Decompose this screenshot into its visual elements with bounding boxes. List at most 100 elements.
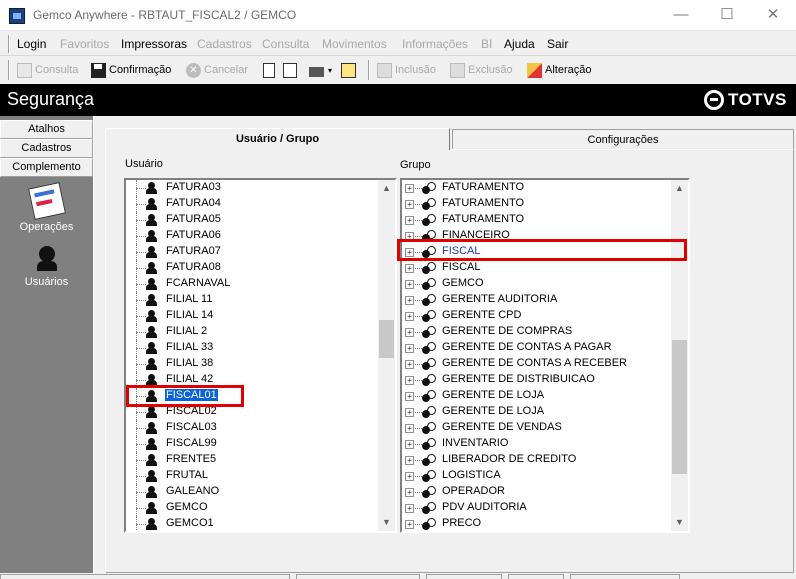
usuario-list-item[interactable]: GALEANO — [126, 484, 378, 500]
usuario-list-item[interactable]: FILIAL 11 — [126, 292, 378, 308]
usuario-scrollbar[interactable]: ▲ ▼ — [378, 180, 395, 531]
menu-consulta[interactable]: Consulta — [262, 37, 309, 51]
grupo-list-item[interactable]: + GERENTE DE LOJA — [402, 388, 671, 404]
expand-icon[interactable]: + — [405, 488, 414, 497]
usuario-list-item[interactable]: FATURA05 — [126, 212, 378, 228]
usuario-list-item[interactable]: GEMCO — [126, 500, 378, 516]
confirmacao-button[interactable]: Confirmação — [91, 60, 171, 80]
expand-icon[interactable]: + — [405, 520, 414, 529]
cancelar-button[interactable]: ✕ Cancelar — [186, 60, 248, 80]
grupo-list-item[interactable]: + GERENTE DE COMPRAS — [402, 324, 671, 340]
expand-icon[interactable]: + — [405, 376, 414, 385]
grupo-list-item[interactable]: + GERENTE DE CONTAS A RECEBER — [402, 356, 671, 372]
expand-icon[interactable]: + — [405, 232, 414, 241]
nav-tab-atalhos[interactable]: Atalhos — [0, 120, 93, 139]
grupo-list-item[interactable]: + FISCAL — [402, 244, 671, 260]
search-button[interactable] — [341, 60, 359, 80]
menu-login[interactable]: Login — [17, 37, 46, 51]
grupo-list-item[interactable]: + FATURAMENTO — [402, 180, 671, 196]
usuario-list-item[interactable]: FRENTE5 — [126, 452, 378, 468]
grupo-list-item[interactable]: + GEMCO — [402, 276, 671, 292]
menu-informacoes[interactable]: Informações — [402, 37, 468, 51]
copy-button[interactable] — [283, 60, 300, 80]
consulta-button[interactable]: Consulta — [17, 60, 78, 80]
usuario-list-item[interactable]: FISCAL02 — [126, 404, 378, 420]
maximize-button[interactable]: ☐ — [704, 0, 750, 31]
usuario-list-item[interactable]: FRUTAL — [126, 468, 378, 484]
grupo-scroll-up-icon[interactable]: ▲ — [671, 180, 688, 197]
launcher-operacoes[interactable]: Operações — [0, 182, 93, 233]
grupo-scrollbar[interactable]: ▲ ▼ — [671, 180, 688, 531]
usuario-list-item[interactable]: FILIAL 14 — [126, 308, 378, 324]
tab-usuario-grupo[interactable]: Usuário / Grupo — [105, 128, 450, 150]
usuario-list-item[interactable]: FILIAL 42 — [126, 372, 378, 388]
usuario-list-item[interactable]: FILIAL 33 — [126, 340, 378, 356]
expand-icon[interactable]: + — [405, 312, 414, 321]
expand-icon[interactable]: + — [405, 184, 414, 193]
menu-impressoras[interactable]: Impressoras — [121, 37, 187, 51]
usuario-list-item[interactable]: FATURA08 — [126, 260, 378, 276]
expand-icon[interactable]: + — [405, 392, 414, 401]
launcher-usuarios[interactable]: Usuários — [0, 246, 93, 288]
grupo-list-item[interactable]: + PDV AUDITORIA — [402, 500, 671, 516]
expand-icon[interactable]: + — [405, 456, 414, 465]
usuario-list-item[interactable]: FATURA04 — [126, 196, 378, 212]
print-dropdown-arrow[interactable]: ▾ — [328, 66, 332, 75]
expand-icon[interactable]: + — [405, 216, 414, 225]
menu-bi[interactable]: BI — [481, 37, 492, 51]
grupo-list-item[interactable]: + FINANCEIRO — [402, 228, 671, 244]
menu-sair[interactable]: Sair — [547, 37, 568, 51]
grupo-list-item[interactable]: + LIBERADOR DE CREDITO — [402, 452, 671, 468]
tab-configuracoes[interactable]: Configurações — [452, 129, 794, 149]
expand-icon[interactable]: + — [405, 472, 414, 481]
usuario-list-item[interactable]: FISCAL01 — [126, 388, 378, 404]
expand-icon[interactable]: + — [405, 264, 414, 273]
close-button[interactable]: ✕ — [750, 0, 796, 31]
expand-icon[interactable]: + — [405, 280, 414, 289]
new-page-button[interactable] — [263, 60, 278, 80]
grupo-list-item[interactable]: + INVENTARIO — [402, 436, 671, 452]
grupo-scroll-down-icon[interactable]: ▼ — [671, 514, 688, 531]
menu-ajuda[interactable]: Ajuda — [504, 37, 535, 51]
nav-tab-cadastros[interactable]: Cadastros — [0, 139, 93, 158]
grupo-list-item[interactable]: + OPERADOR — [402, 484, 671, 500]
usuario-list[interactable]: FATURA03 FATURA04 FATURA05 FATURA06 FATURA07… — [124, 178, 397, 533]
expand-icon[interactable]: + — [405, 424, 414, 433]
grupo-list-item[interactable]: + FATURAMENTO — [402, 196, 671, 212]
expand-icon[interactable]: + — [405, 248, 414, 257]
inclusao-button[interactable]: Inclusão — [377, 60, 436, 80]
grupo-list-item[interactable]: + GERENTE DE CONTAS A PAGAR — [402, 340, 671, 356]
grupo-list-item[interactable]: + GERENTE DE DISTRIBUICAO — [402, 372, 671, 388]
usuario-list-item[interactable]: FISCAL03 — [126, 420, 378, 436]
grupo-list-item[interactable]: + FATURAMENTO — [402, 212, 671, 228]
usuario-list-item[interactable]: GEMCO1 — [126, 516, 378, 531]
grupo-list-item[interactable]: + PRECO — [402, 516, 671, 531]
usuario-list-item[interactable]: FISCAL99 — [126, 436, 378, 452]
expand-icon[interactable]: + — [405, 408, 414, 417]
grupo-list-item[interactable]: + GERENTE AUDITORIA — [402, 292, 671, 308]
usuario-list-item[interactable]: FCARNAVAL — [126, 276, 378, 292]
print-button[interactable]: ▾ — [309, 60, 332, 80]
grupo-list-item[interactable]: + GERENTE DE LOJA — [402, 404, 671, 420]
menu-cadastros[interactable]: Cadastros — [197, 37, 252, 51]
expand-icon[interactable]: + — [405, 440, 414, 449]
usuario-list-item[interactable]: FATURA07 — [126, 244, 378, 260]
expand-icon[interactable]: + — [405, 504, 414, 513]
usuario-scroll-down-icon[interactable]: ▼ — [378, 514, 395, 531]
expand-icon[interactable]: + — [405, 296, 414, 305]
expand-icon[interactable]: + — [405, 360, 414, 369]
grupo-list-item[interactable]: + LOGISTICA — [402, 468, 671, 484]
grupo-list-item[interactable]: + GERENTE CPD — [402, 308, 671, 324]
expand-icon[interactable]: + — [405, 200, 414, 209]
grupo-list-item[interactable]: + FISCAL — [402, 260, 671, 276]
usuario-list-item[interactable]: FILIAL 38 — [126, 356, 378, 372]
grupo-scroll-thumb[interactable] — [672, 340, 687, 474]
expand-icon[interactable]: + — [405, 344, 414, 353]
grupo-list[interactable]: + FATURAMENTO + FATURAMENTO + FATURAMENTO + FIN… — [400, 178, 690, 533]
menu-favoritos[interactable]: Favoritos — [60, 37, 109, 51]
nav-tab-complemento[interactable]: Complemento — [0, 158, 93, 177]
usuario-list-item[interactable]: FATURA06 — [126, 228, 378, 244]
expand-icon[interactable]: + — [405, 328, 414, 337]
usuario-scroll-up-icon[interactable]: ▲ — [378, 180, 395, 197]
usuario-list-item[interactable]: FATURA03 — [126, 180, 378, 196]
